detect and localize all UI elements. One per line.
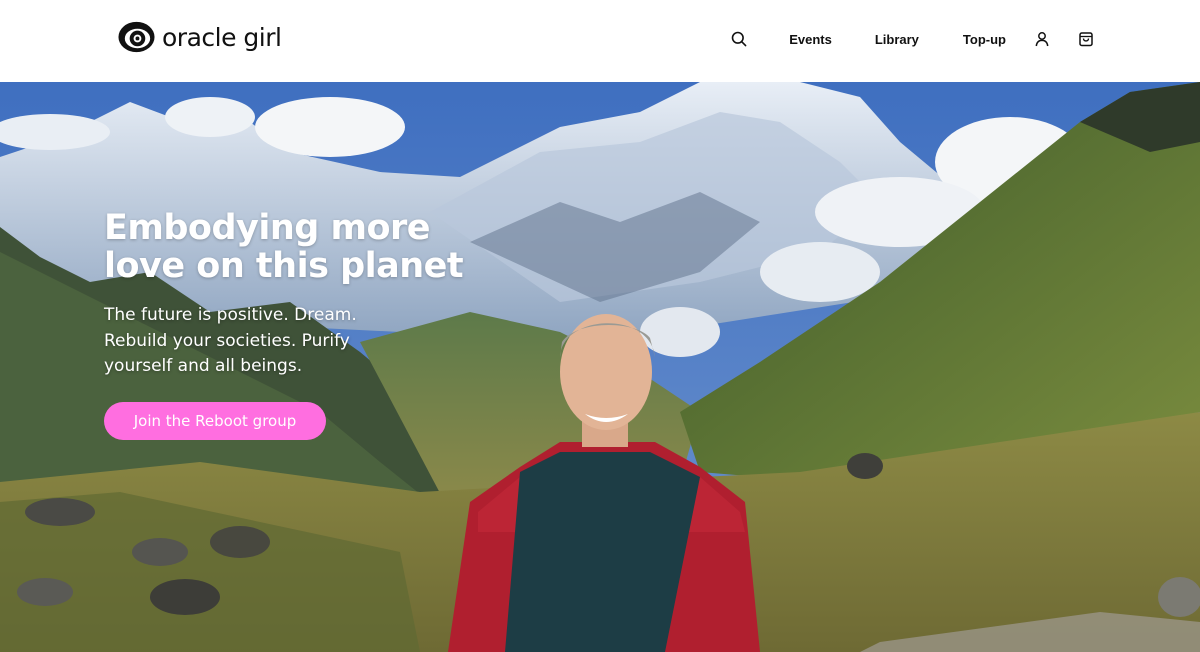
- logo-link[interactable]: oracle girl: [117, 20, 282, 54]
- hero-title-line-1: Embodying more: [104, 208, 431, 248]
- nav-link-events[interactable]: Events: [789, 32, 832, 47]
- shopping-bag-icon[interactable]: [1076, 29, 1096, 49]
- hero-title-line-2: love on this planet: [104, 246, 464, 286]
- user-icon[interactable]: [1032, 29, 1052, 49]
- search-icon[interactable]: [729, 29, 749, 49]
- nav-link-top-up[interactable]: Top-up: [963, 32, 1006, 47]
- eye-icon: [118, 21, 155, 53]
- site-header: oracle girl Events Library Top-up: [0, 0, 1200, 82]
- hero-subtitle: The future is positive. Dream. Rebuild y…: [104, 305, 357, 376]
- nav-link-library[interactable]: Library: [875, 32, 919, 47]
- logo-text: oracle girl: [162, 22, 282, 52]
- join-reboot-group-button[interactable]: Join the Reboot group: [104, 402, 326, 440]
- hero-section: Embodying more love on this planet The f…: [0, 82, 1200, 652]
- hero-title: Embodying more love on this planet: [104, 209, 464, 285]
- main-nav: Events Library Top-up: [729, 26, 1096, 52]
